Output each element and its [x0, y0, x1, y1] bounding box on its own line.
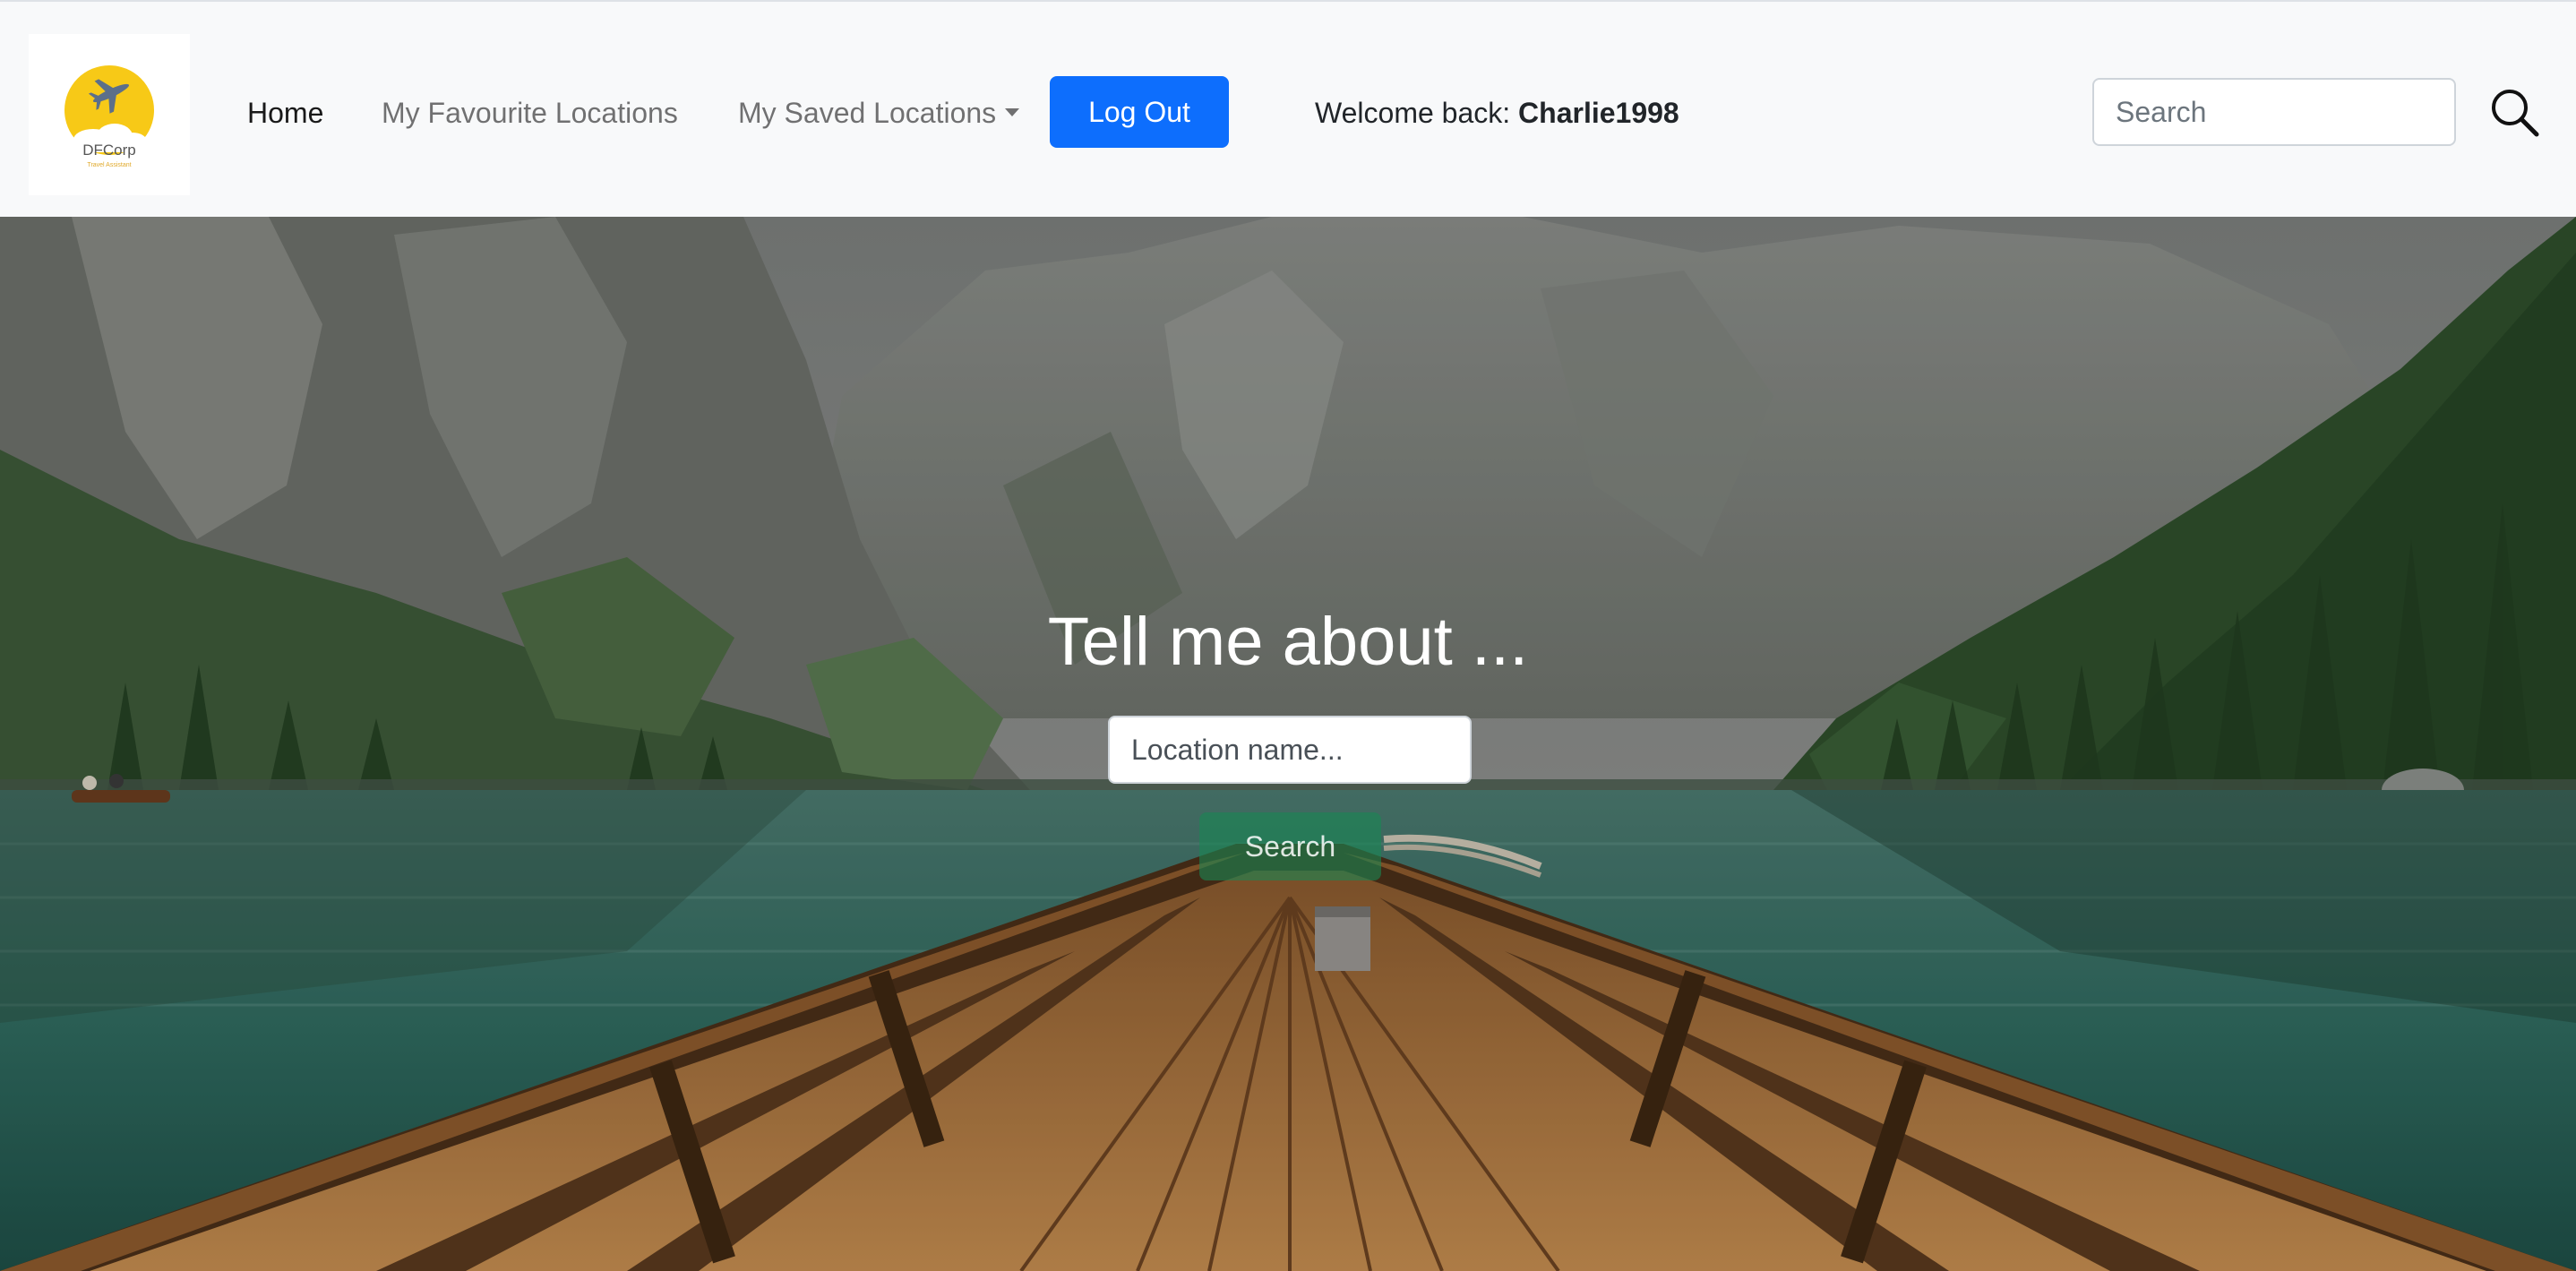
hero-title: Tell me about ... [1047, 604, 1529, 680]
navbar: DFCorp Travel Assistant Home My Favourit… [0, 0, 2576, 217]
caret-down-icon [1005, 108, 1020, 116]
brand-logo[interactable]: DFCorp Travel Assistant [29, 34, 190, 195]
nav-dropdown-label: My Saved Locations [738, 97, 997, 129]
brand-name: DFCorp [82, 142, 136, 159]
welcome-message: Welcome back: Charlie1998 [1315, 95, 1679, 131]
location-name-input[interactable] [1108, 716, 1472, 784]
nav-dropdown-saved-locations[interactable]: My Saved Locations [738, 95, 1020, 131]
username: Charlie1998 [1518, 97, 1679, 129]
hero-section: Tell me about ... Search [0, 217, 2576, 1271]
nav-link-home[interactable]: Home [247, 95, 323, 131]
brand-tagline: Travel Assistant [87, 162, 131, 168]
location-search-button[interactable]: Search [1199, 812, 1381, 880]
search-input[interactable] [2092, 78, 2456, 146]
logo-icon: DFCorp Travel Assistant [64, 65, 154, 168]
search-icon[interactable] [2486, 84, 2544, 142]
nav-link-favourite-locations[interactable]: My Favourite Locations [382, 95, 678, 131]
logout-button[interactable]: Log Out [1050, 76, 1229, 148]
welcome-prefix: Welcome back: [1315, 97, 1519, 129]
